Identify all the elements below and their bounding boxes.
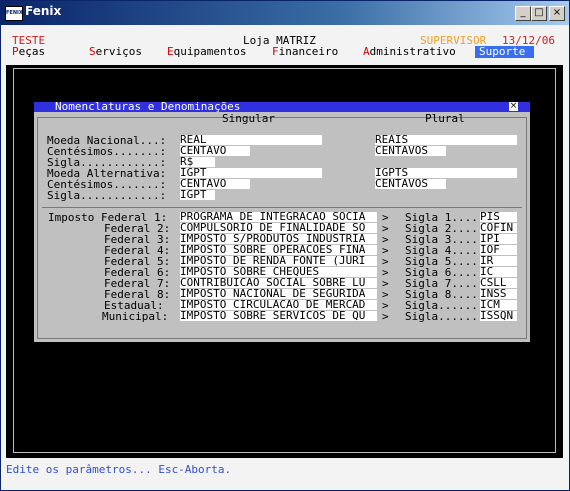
menu-hotkey: E (167, 45, 174, 58)
menu-pecas[interactable]: Peças (12, 46, 45, 58)
tax-name-field[interactable]: IMPOSTO SOBRE SERVICOS DE QU (180, 311, 377, 321)
menu-hotkey: A (363, 45, 370, 58)
tax-name-field[interactable]: IMPOSTO S/PRODUTOS INDUSTRIA (180, 234, 377, 244)
tax-name-field[interactable]: IMPOSTO SOBRE CHEQUES (180, 267, 377, 277)
tax-name-field[interactable]: CONTRIBUICAO SOCIAL SOBRE LU (180, 278, 377, 288)
tax-label: Municipal: (102, 310, 169, 323)
tax-sigla-field[interactable]: INSS (480, 289, 517, 299)
tax-sigla-label: Sigla...... (405, 310, 478, 323)
tax-sigla-field[interactable]: IR (480, 256, 517, 266)
tax-name-field[interactable]: COMPULSORIO DE FINALIDADE SO (180, 223, 377, 233)
menu-suporte[interactable]: Suporte (475, 46, 534, 58)
field-moeda-alternativa-singular[interactable]: IGPT (180, 168, 322, 178)
tax-name-field[interactable]: PROGRAMA DE INTEGRACAO SOCIA (180, 212, 377, 222)
minimize-button[interactable]: _ (515, 6, 531, 21)
menu-servicos[interactable]: Serviços (89, 46, 142, 58)
menu-label: inanceiro (278, 45, 339, 58)
menu-label: erviços (95, 45, 142, 58)
status-bar-text: Edite os parâmetros... Esc-Aborta. (6, 463, 232, 476)
menu-label: dministrativo (369, 45, 456, 58)
field-sigla[interactable]: R$ (180, 157, 215, 167)
tax-sigla-field[interactable]: ISSQN (480, 311, 517, 321)
header-area: TESTE Loja MATRIZ SUPERVISOR 13/12/06 Pe… (1, 25, 569, 65)
field-moeda-nacional-singular[interactable]: REAL (180, 135, 322, 145)
menu-equipamentos[interactable]: Equipamentos (167, 46, 246, 58)
tax-sigla-field[interactable]: IC (480, 267, 517, 277)
field-centesimos-singular[interactable]: CENTAVO (180, 146, 250, 156)
menu-hotkey: P (12, 45, 19, 58)
menu-hotkey: F (272, 45, 279, 58)
tax-name-field[interactable]: IMPOSTO NACIONAL DE SEGURIDA (180, 289, 377, 299)
field-centesimos-alt-singular[interactable]: CENTAVO (180, 179, 250, 189)
menu-administrativo[interactable]: Administrativo (363, 46, 456, 58)
field-moeda-alternativa-plural[interactable]: IGPTS (375, 168, 517, 178)
menu-label: quipamentos (173, 45, 247, 58)
tax-name-field[interactable]: IMPOSTO DE RENDA FONTE (JURI (180, 256, 377, 266)
tax-sigla-field[interactable]: PIS (480, 212, 517, 222)
section-divider (42, 207, 522, 208)
field-centesimos-alt-plural[interactable]: CENTAVOS (375, 179, 446, 189)
menu-label: eças (18, 45, 46, 58)
field-sigla-alt[interactable]: IGPT (180, 190, 215, 200)
tax-sigla-field[interactable]: IPI (480, 234, 517, 244)
tax-name-field[interactable]: IMPOSTO CIRCULACAO DE MERCAD (180, 300, 377, 310)
tax-arrow[interactable]: > (382, 311, 389, 322)
dialog-title: Nomenclaturas e Denominações (55, 100, 241, 113)
col-singular-header: Singular (222, 112, 275, 125)
dialog-close-icon[interactable]: × (509, 102, 518, 111)
title-bar[interactable]: FENIX Fenix _ □ × (1, 1, 569, 25)
window-title: Fenix (25, 4, 62, 18)
menu-financeiro[interactable]: Financeiro (272, 46, 338, 58)
app-window: FENIX Fenix _ □ × TESTE Loja MATRIZ SUPE… (0, 0, 570, 491)
close-button[interactable]: × (549, 6, 565, 21)
tax-sigla-field[interactable]: IOF (480, 245, 517, 255)
nomenclature-dialog: Nomenclaturas e Denominações × Singular … (34, 100, 530, 342)
menu-hotkey: S (89, 45, 96, 58)
tax-name-field[interactable]: IMPOSTO SOBRE OPERACOES FINA (180, 245, 377, 255)
dialog-title-bar: Nomenclaturas e Denominações × (34, 100, 530, 113)
label-sigla-alt: Sigla............: (47, 189, 167, 202)
field-moeda-nacional-plural[interactable]: REAIS (375, 135, 517, 145)
maximize-button[interactable]: □ (531, 6, 547, 21)
tax-sigla-field[interactable]: CSLL (480, 278, 517, 288)
col-plural-header: Plural (425, 112, 465, 125)
app-icon: FENIX (5, 6, 23, 21)
field-centesimos-plural[interactable]: CENTAVOS (375, 146, 446, 156)
tax-sigla-field[interactable]: ICM (480, 300, 517, 310)
tax-sigla-field[interactable]: COFIN (480, 223, 517, 233)
